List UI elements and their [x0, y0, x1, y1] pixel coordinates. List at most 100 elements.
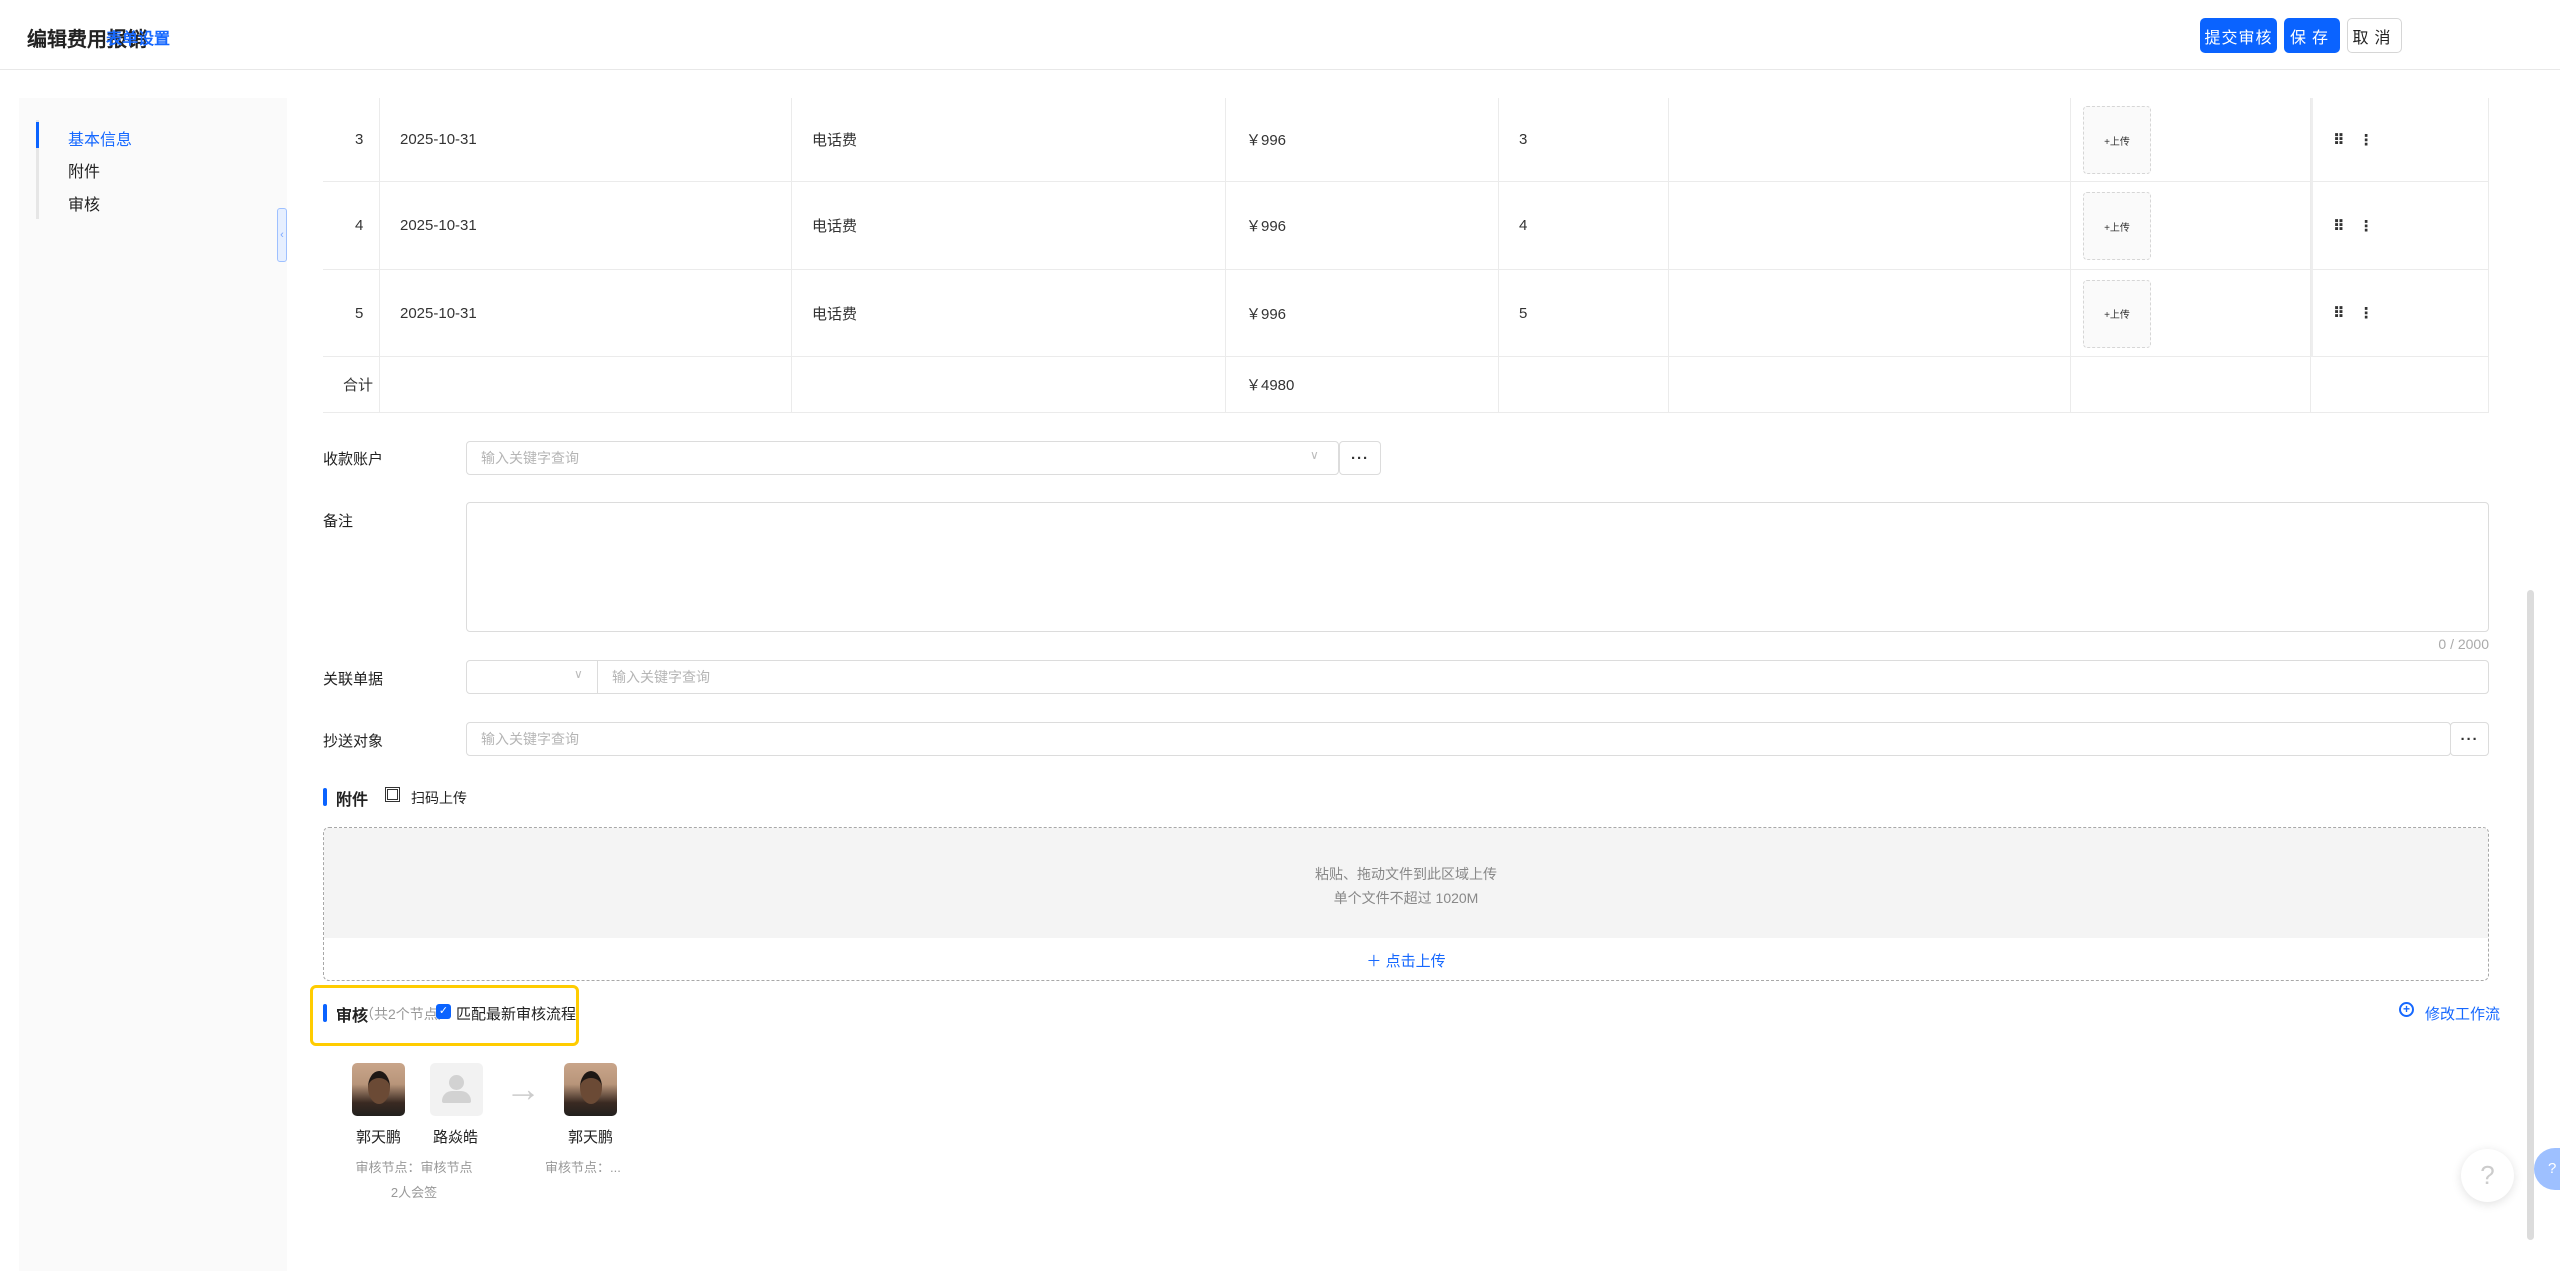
cc-input[interactable]: 输入关键字查询 — [466, 722, 2451, 756]
scrollbar[interactable] — [2527, 590, 2534, 1240]
cell-index-text: 4 — [355, 217, 364, 234]
cell-date: 2025-10-31 — [380, 98, 792, 182]
related-input[interactable]: 输入关键字查询 — [597, 660, 2489, 694]
submit-review-button[interactable]: 提交审核 — [2200, 18, 2277, 53]
help-button[interactable]: ? — [2461, 1149, 2514, 1202]
cell-empty — [1669, 270, 2071, 357]
chat-help-button[interactable]: ? — [2534, 1148, 2560, 1190]
drag-handle-icon[interactable]: ⠿ — [2333, 131, 2345, 149]
user-icon — [449, 1075, 464, 1090]
node-sign-type: 2人会签 — [390, 1185, 438, 1200]
upload-cell: +上传 — [2071, 182, 2311, 270]
cell-qty-text: 4 — [1519, 217, 1528, 234]
click-upload-label: 点击上传 — [1385, 953, 1446, 970]
row-actions: ⠿ ⋮ — [2311, 182, 2489, 270]
cell-empty — [1499, 357, 1669, 413]
avatar — [352, 1063, 405, 1116]
cell-empty — [2071, 357, 2311, 413]
cell-qty: 4 — [1499, 182, 1669, 270]
approver-name: 郭天鹏 — [568, 1129, 614, 1146]
match-checkbox[interactable]: ✓ — [436, 1004, 451, 1019]
upload-button[interactable]: +上传 — [2083, 279, 2151, 348]
chevron-down-icon: ∨ — [574, 667, 583, 681]
match-label: 匹配最新审核流程 — [456, 1006, 577, 1023]
cell-date-text: 2025-10-31 — [400, 131, 477, 148]
cell-empty — [1669, 98, 2071, 182]
cc-more-button[interactable]: ··· — [2450, 722, 2489, 756]
avatar-placeholder — [430, 1063, 483, 1116]
arrow-right-icon: → — [505, 1068, 541, 1109]
total-amount-text: ￥4980 — [1246, 377, 1295, 394]
cell-empty — [792, 357, 1226, 413]
upload-button[interactable]: +上传 — [2083, 192, 2151, 260]
collapse-sidebar-handle[interactable]: ‹ — [277, 208, 287, 262]
sidebar-item-attachment[interactable]: 附件 — [68, 158, 100, 182]
total-label: 合计 — [323, 357, 380, 413]
cell-date: 2025-10-31 — [380, 182, 792, 270]
cell-qty-text: 5 — [1519, 304, 1528, 322]
upload-dropzone[interactable]: 粘贴、拖动文件到此区域上传 单个文件不超过 1020M ＋ 点击上传 — [323, 827, 2489, 981]
drag-handle-icon[interactable]: ⠿ — [2333, 217, 2345, 235]
cell-amount: ￥996 — [1226, 270, 1499, 357]
sidebar — [19, 98, 287, 1271]
cell-qty: 5 — [1499, 270, 1669, 357]
cc-label: 抄送对象 — [323, 733, 384, 750]
approver-name: 郭天鹏 — [356, 1129, 402, 1146]
total-label-text: 合计 — [343, 377, 374, 394]
cell-amount: ￥996 — [1226, 182, 1499, 270]
form-settings-link[interactable]: 表单设置 — [106, 25, 170, 49]
remark-char-count: 0 / 2000 — [2438, 636, 2489, 652]
chevron-down-icon: ∨ — [1310, 448, 1319, 462]
cell-amount: ￥996 — [1226, 98, 1499, 182]
cell-amount-text: ￥996 — [1246, 305, 1287, 323]
cell-type: 电话费 — [792, 182, 1226, 270]
cell-empty — [1669, 182, 2071, 270]
node-label: 审核节点：... — [545, 1160, 621, 1175]
add-circle-icon[interactable]: + — [2399, 1002, 2414, 1017]
drag-handle-icon[interactable]: ⠿ — [2333, 304, 2345, 322]
row-actions: ⠿ ⋮ — [2311, 270, 2489, 357]
cell-index: 5 — [323, 270, 380, 357]
upload-button[interactable]: +上传 — [2083, 106, 2151, 174]
cell-empty — [380, 357, 792, 413]
cell-empty — [1669, 357, 2071, 413]
cell-index-text: 5 — [355, 304, 364, 322]
account-more-button[interactable]: ··· — [1339, 441, 1381, 475]
cell-amount-text: ￥996 — [1246, 218, 1287, 235]
drop-hint: 粘贴、拖动文件到此区域上传 — [1315, 866, 1497, 882]
more-vertical-icon[interactable]: ⋮ — [2359, 131, 2374, 149]
approver-name: 路焱皓 — [433, 1129, 479, 1146]
sidebar-item-approval[interactable]: 审核 — [68, 191, 100, 215]
related-label: 关联单据 — [323, 671, 384, 688]
avatar — [564, 1063, 617, 1116]
row-actions: ⠿ ⋮ — [2311, 98, 2489, 182]
more-vertical-icon[interactable]: ⋮ — [2359, 304, 2374, 322]
modify-workflow-link[interactable]: 修改工作流 — [2425, 1003, 2500, 1024]
cell-type-text: 电话费 — [812, 132, 858, 149]
total-amount: ￥4980 — [1226, 357, 1499, 413]
node-label: 审核节点：审核节点 — [355, 1160, 473, 1175]
remark-textarea[interactable] — [466, 502, 2489, 632]
cell-qty: 3 — [1499, 98, 1669, 182]
cell-index: 3 — [323, 98, 380, 182]
click-upload-button[interactable]: ＋ 点击上传 — [324, 938, 2488, 971]
remark-label: 备注 — [323, 513, 354, 530]
qrcode-icon[interactable] — [385, 787, 400, 802]
upload-cell: +上传 — [2071, 98, 2311, 182]
cell-type: 电话费 — [792, 98, 1226, 182]
cell-qty-text: 3 — [1519, 131, 1528, 148]
attachment-title: 附件 — [336, 792, 369, 809]
top-header: 编辑费用报销 表单设置 提交审核 保存 取消 — [0, 0, 2560, 70]
more-vertical-icon[interactable]: ⋮ — [2359, 217, 2374, 235]
cancel-button[interactable]: 取消 — [2347, 18, 2402, 53]
scan-upload-link[interactable]: 扫码上传 — [411, 788, 467, 808]
cell-date-text: 2025-10-31 — [400, 304, 477, 322]
cell-date: 2025-10-31 — [380, 270, 792, 357]
cell-type-text: 电话费 — [812, 305, 858, 323]
cell-empty — [2311, 357, 2489, 413]
sidebar-item-basic-info[interactable]: 基本信息 — [68, 126, 132, 150]
save-button[interactable]: 保存 — [2284, 18, 2340, 53]
cell-amount-text: ￥996 — [1246, 132, 1287, 149]
account-select[interactable]: 输入关键字查询 — [466, 441, 1339, 475]
cell-date-text: 2025-10-31 — [400, 217, 477, 234]
